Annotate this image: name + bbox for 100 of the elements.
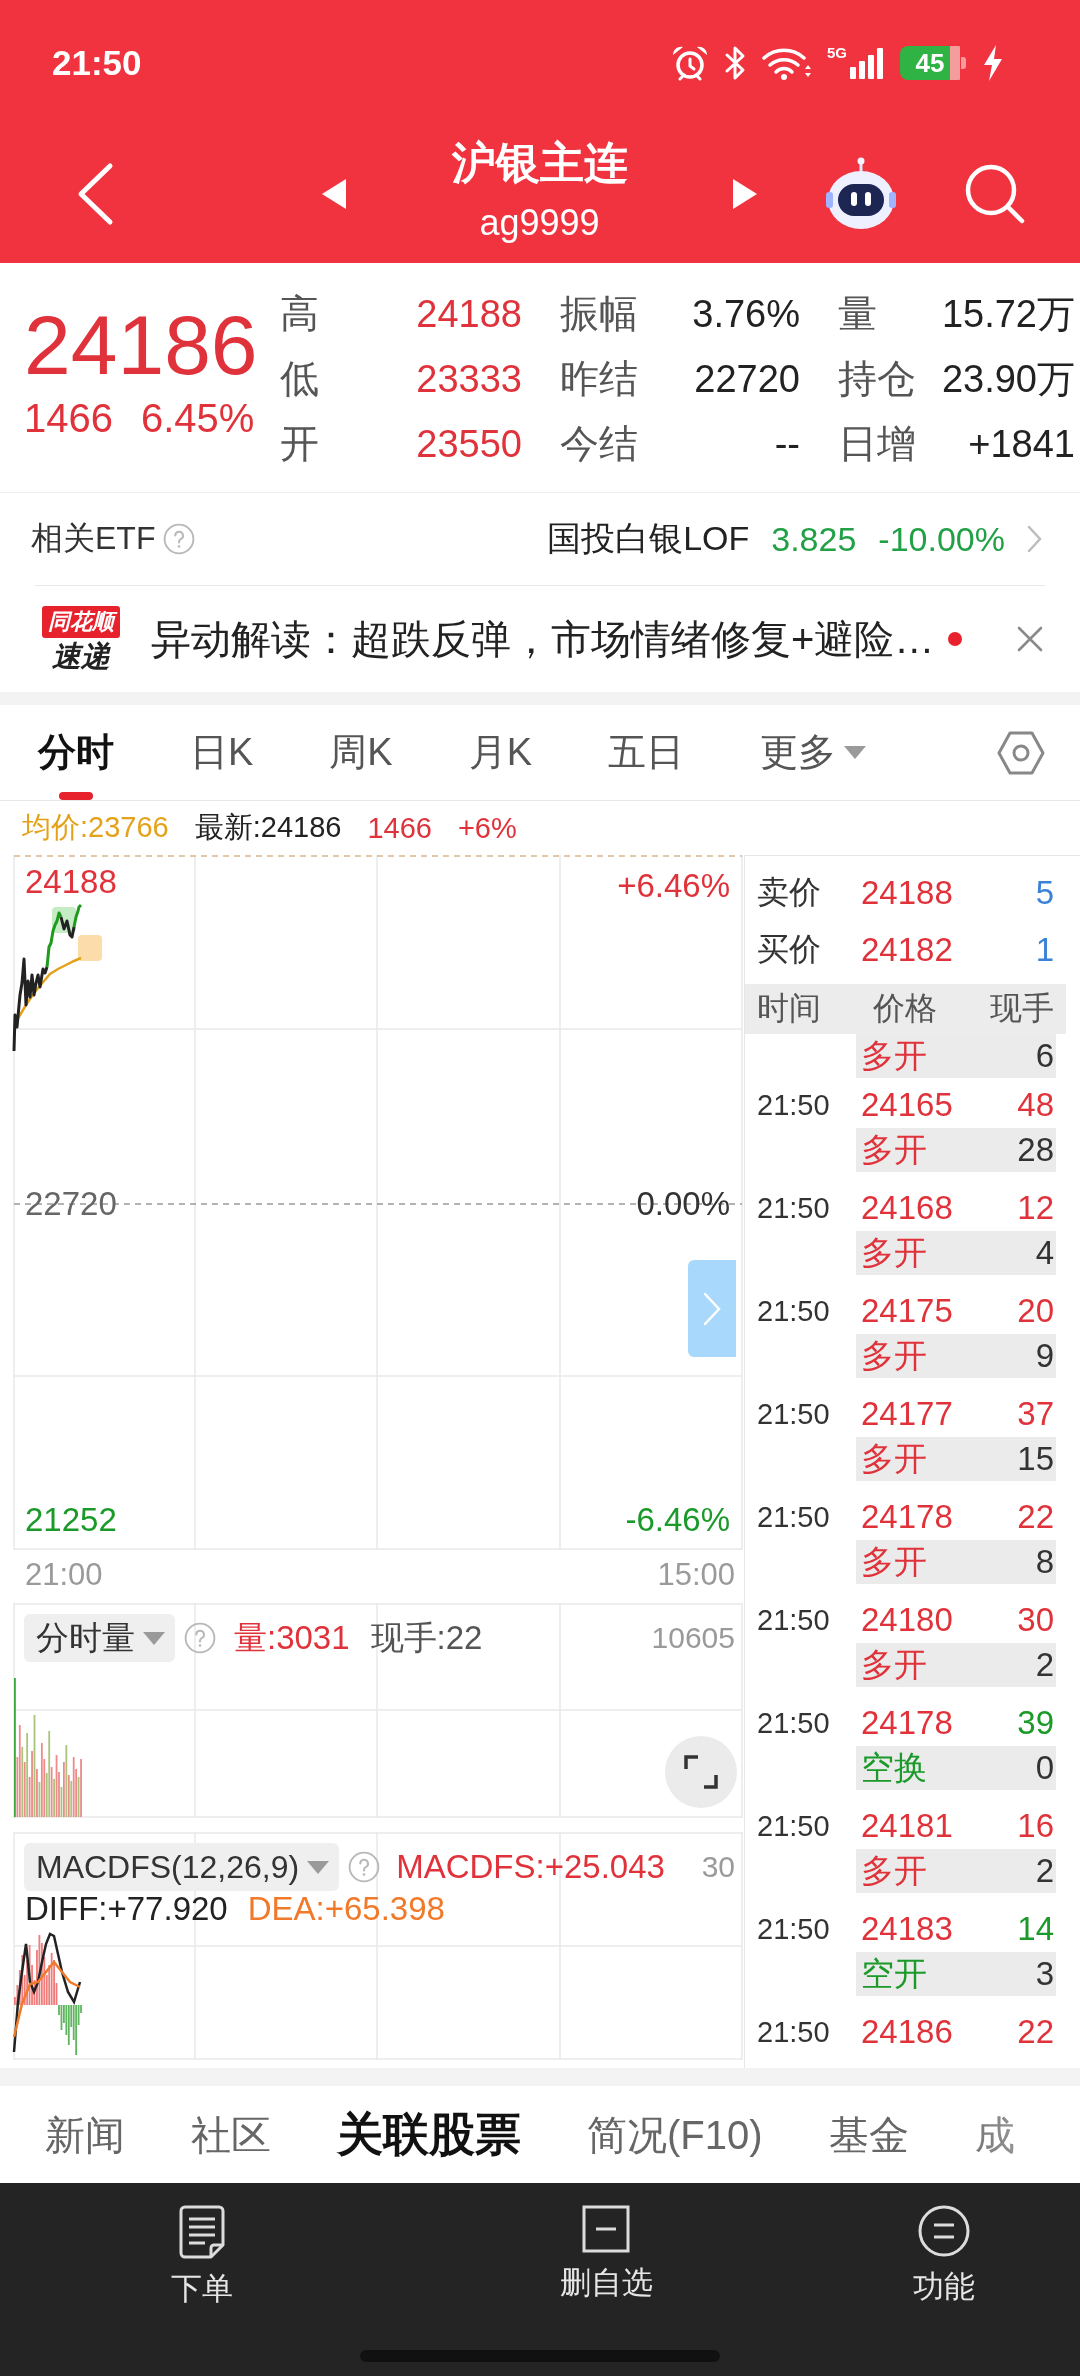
caret-icon [143, 1631, 165, 1645]
stat-label: 今结 [560, 421, 638, 466]
section-tab[interactable]: 简况(F10) [587, 2110, 763, 2159]
change-percent: +6% [457, 811, 517, 845]
stat-label: 日增 [838, 421, 916, 466]
chevron-right-icon [703, 1291, 721, 1326]
close-icon[interactable] [1017, 626, 1043, 652]
toolbar-button[interactable]: 下单 [171, 2205, 233, 2311]
trade-type: 空换 [861, 1747, 927, 1788]
chart-tab[interactable]: 月K [468, 705, 533, 800]
etf-label: 相关ETF [31, 519, 156, 558]
order-book-label: 卖价 [757, 872, 821, 912]
trade-price: 24165 [861, 1086, 953, 1124]
chart-tab[interactable]: 更多 [760, 705, 867, 800]
etf-name: 国投白银LOF [547, 518, 750, 559]
trade-volume: 30 [1017, 1601, 1054, 1639]
back-icon[interactable] [76, 162, 114, 226]
logo-badge: 同花顺 [42, 606, 120, 638]
bluetooth-icon [724, 44, 747, 81]
stat-value: 3.76% [692, 291, 800, 336]
price-marker-icon [78, 935, 102, 961]
column-header: 时间 [757, 989, 821, 1028]
battery-indicator: 45 [900, 45, 966, 80]
price-change-percent: 6.45% [141, 395, 255, 441]
trade-price: 24186 [861, 2013, 953, 2051]
trade-hand: 15 [1017, 1440, 1054, 1478]
trade-time: 21:50 [757, 1294, 830, 1328]
stat-label: 振幅 [560, 291, 638, 336]
trade-time: 21:50 [757, 1912, 830, 1946]
trade-time: 21:50 [757, 1603, 830, 1637]
trade-volume: 22 [1017, 1498, 1054, 1536]
percent-axis-label: 0.00% [636, 1185, 730, 1223]
order-book-label: 买价 [757, 929, 821, 969]
chart-tab[interactable]: 周K [329, 705, 393, 800]
section-tab[interactable]: 成 [974, 2110, 1015, 2159]
order-book-volume: 1 [1035, 930, 1054, 969]
toolbar-button[interactable]: 功能 [913, 2205, 975, 2309]
stat-value: -- [774, 421, 800, 466]
trade-time: 21:50 [757, 1397, 830, 1431]
section-tab[interactable]: 关联股票 [337, 2106, 521, 2163]
next-icon[interactable] [733, 179, 757, 209]
percent-axis-label: +6.46% [617, 867, 730, 905]
previous-icon[interactable] [322, 179, 346, 209]
trade-price: 24168 [861, 1189, 953, 1227]
trade-price: 24178 [861, 1704, 953, 1742]
search-icon[interactable] [964, 163, 1026, 225]
tab-indicator [59, 792, 93, 800]
stat-label: 高 [280, 291, 319, 336]
stat-value: 22720 [694, 356, 800, 401]
robot-icon[interactable] [824, 157, 898, 231]
caret-icon [844, 746, 867, 759]
section-tab[interactable]: 新闻 [45, 2110, 125, 2159]
trade-type: 多开 [861, 1438, 927, 1479]
stat-label: 量 [838, 291, 877, 336]
stat-label: 持仓 [838, 356, 916, 401]
chart-tab[interactable]: 日K [190, 705, 254, 800]
network-type-label: 5G [827, 44, 847, 61]
trade-volume: 22 [1017, 2013, 1054, 2051]
trade-price: 24180 [861, 1601, 953, 1639]
menu-icon [918, 2205, 970, 2257]
chart-tab[interactable]: 分时 [38, 705, 114, 800]
indicator-selector[interactable]: 分时量 [24, 1614, 175, 1662]
trade-hand: 9 [1035, 1337, 1054, 1375]
order-book-volume: 5 [1035, 873, 1054, 912]
percent-axis-label: -6.46% [625, 1501, 730, 1539]
diff-value: DIFF:+77.920 [25, 1890, 228, 1928]
section-tab[interactable]: 基金 [828, 2110, 909, 2159]
trade-type: 多开 [861, 1335, 927, 1376]
section-tab[interactable]: 社区 [191, 2110, 271, 2159]
trade-volume: 20 [1017, 1292, 1054, 1330]
settings-icon[interactable] [997, 730, 1045, 775]
help-icon[interactable] [163, 523, 196, 555]
indicator-selector[interactable]: MACDFS(12,26,9) [24, 1843, 340, 1891]
trade-price: 24181 [861, 1807, 953, 1845]
trade-type: 多开 [861, 1850, 927, 1891]
stat-value: 23333 [416, 356, 522, 401]
stat-label: 低 [280, 356, 319, 401]
document-icon [178, 2205, 226, 2259]
macdfs-value: MACDFS:+25.043 [396, 1848, 665, 1886]
order-book-price: 24188 [861, 873, 953, 912]
status-time: 21:50 [52, 42, 142, 83]
chevron-right-icon[interactable] [1027, 525, 1042, 553]
stat-label: 开 [280, 421, 319, 466]
etf-price: 3.825 [771, 519, 857, 559]
stat-value: +1841 [968, 421, 1075, 466]
price-axis-label: 21252 [25, 1501, 117, 1539]
stat-value: 15.72万 [941, 291, 1075, 336]
trade-hand: 2 [1035, 1646, 1054, 1684]
help-icon[interactable] [184, 1622, 216, 1654]
trade-type: 空开 [861, 1953, 927, 1994]
volume-scale-label: 10605 [651, 1621, 735, 1655]
chart-tab[interactable]: 五日 [608, 705, 685, 800]
trade-hand: 6 [1035, 1037, 1054, 1075]
contract-code: ag9999 [479, 201, 600, 245]
column-header: 现手 [990, 989, 1054, 1028]
news-headline[interactable]: 异动解读：超跌反弹，市场情绪修复+避险… [151, 615, 935, 663]
help-icon[interactable] [348, 1851, 381, 1883]
trade-time: 21:50 [757, 1088, 830, 1122]
trade-type: 多开 [861, 1232, 927, 1273]
toolbar-button[interactable]: 删自选 [559, 2205, 653, 2305]
